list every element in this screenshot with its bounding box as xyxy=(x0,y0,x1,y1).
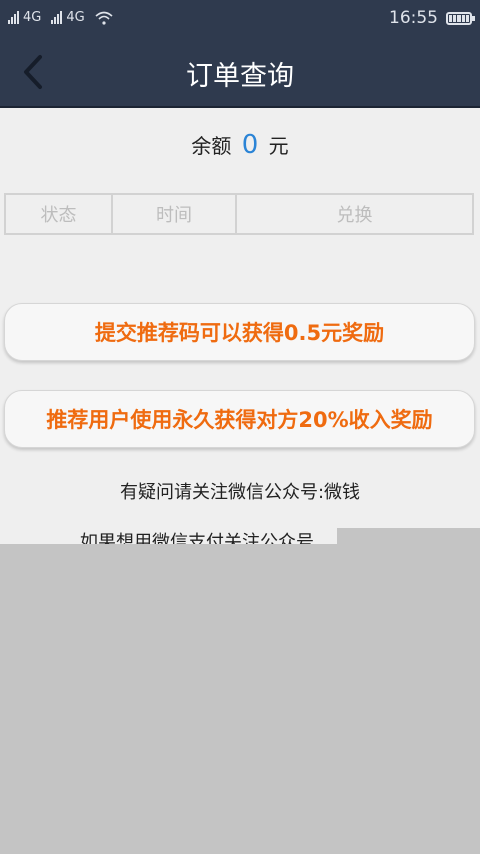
column-time: 时间 xyxy=(113,195,237,233)
sim2-network-label: 4G xyxy=(66,10,85,25)
submit-referral-button[interactable]: 提交推荐码可以获得0.5元奖励 xyxy=(4,303,475,361)
status-left: 4G 4G xyxy=(8,10,113,25)
app-screen: 4G 4G 16:55 订单查询 余额 0 元 状态 时间 兑换 提交推荐码可以… xyxy=(0,0,480,544)
wechat-pay-info-text: 如果想用微信支付关注公众号 xyxy=(80,532,314,544)
page-title: 订单查询 xyxy=(186,61,294,92)
column-status: 状态 xyxy=(6,195,113,233)
status-right: 16:55 xyxy=(389,8,475,28)
signal-icon xyxy=(51,11,63,24)
column-exchange: 兑换 xyxy=(336,205,373,226)
nav-bar: 订单查询 xyxy=(0,38,480,108)
balance-unit: 元 xyxy=(268,134,289,158)
wifi-icon xyxy=(95,11,113,25)
referral-reward-button[interactable]: 推荐用户使用永久获得对方20%收入奖励 xyxy=(4,390,475,448)
status-bar: 4G 4G 16:55 xyxy=(0,0,480,38)
balance-label: 余额 xyxy=(191,134,232,158)
wechat-info-text: 有疑问请关注微信公众号:微钱 xyxy=(119,482,361,503)
balance-amount: 0 xyxy=(241,130,259,160)
battery-icon xyxy=(446,11,475,25)
occluding-overlay xyxy=(337,528,480,544)
balance-row: 余额 0 元 xyxy=(0,130,480,160)
status-time: 16:55 xyxy=(389,8,438,28)
signal-icon xyxy=(8,11,19,24)
order-table-header: 状态 时间 兑换 xyxy=(4,193,474,235)
sim1-network-label: 4G xyxy=(23,10,42,25)
